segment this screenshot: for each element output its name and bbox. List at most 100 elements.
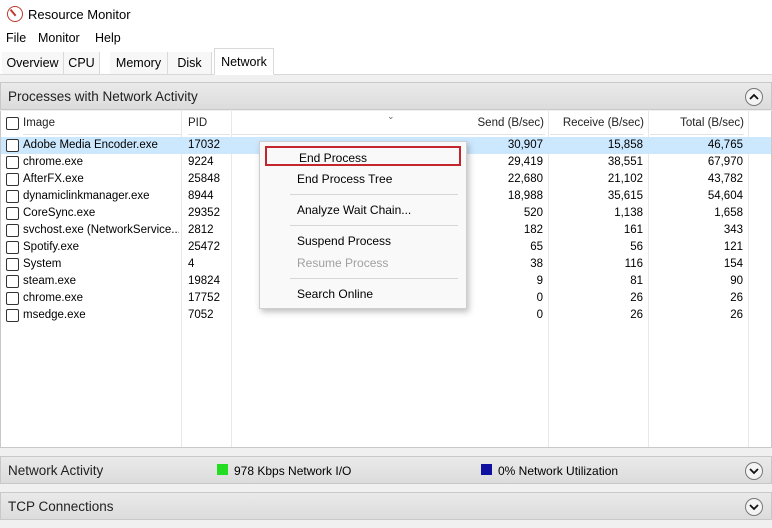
tab-bar: Overview CPU Memory Disk Network [0,48,772,75]
cell-receive: 1,138 [614,207,643,219]
row-checkbox[interactable] [6,190,19,203]
cell-total: 343 [723,224,743,236]
menu-item-end-process-tree[interactable]: End Process Tree [260,169,466,189]
tab-overview[interactable]: Overview [2,52,64,74]
cell-receive: 116 [624,258,643,270]
cell-image: Adobe Media Encoder.exe [23,139,158,151]
row-checkbox[interactable] [6,258,19,271]
cell-send: 182 [523,224,543,236]
column-header-pid[interactable]: PID [188,111,230,135]
cell-pid: 2812 [188,224,214,236]
cell-receive: 161 [623,224,643,236]
cell-total: 46,765 [707,139,743,151]
cell-send: 30,907 [507,139,543,151]
tcp-connections-header[interactable]: TCP Connections [0,492,772,520]
cell-receive: 81 [630,275,643,287]
menu-separator [290,225,458,226]
cell-pid: 8944 [188,190,214,202]
cell-image: CoreSync.exe [23,207,96,219]
cell-receive: 26 [630,309,643,321]
menu-bar: File Monitor Help [0,28,772,48]
chevron-down-icon[interactable] [745,462,763,480]
cell-total: 154 [723,258,743,270]
cell-send: 65 [530,241,543,253]
context-menu: End Process End Process Tree Analyze Wai… [259,141,467,309]
column-header-receive[interactable]: Receive (B/sec) [550,111,644,135]
cell-receive: 35,615 [607,190,643,202]
network-io-text: 978 Kbps Network I/O [234,464,352,478]
cell-send: 520 [523,207,543,219]
cell-send: 22,680 [507,173,543,185]
cell-pid: 9224 [188,156,214,168]
row-checkbox[interactable] [6,173,19,186]
network-utilization-color-square [481,464,492,475]
select-all-checkbox[interactable] [6,117,19,130]
network-utilization-text: 0% Network Utilization [498,464,619,478]
tab-disk[interactable]: Disk [168,52,212,74]
menu-help[interactable]: Help [95,31,121,45]
column-header-send[interactable]: Send (B/sec) [232,111,545,135]
cell-image: chrome.exe [23,292,84,304]
chevron-down-icon[interactable] [745,498,763,516]
menu-item-resume-process: Resume Process [297,256,389,270]
tab-memory[interactable]: Memory [110,52,168,74]
column-header-total[interactable]: Total (B/sec) [650,111,744,135]
menu-separator [290,278,458,279]
cell-send: 18,988 [507,190,543,202]
chevron-up-icon[interactable] [745,88,763,106]
cell-send: 38 [530,258,543,270]
cell-receive: 56 [630,241,643,253]
row-checkbox[interactable] [6,241,19,254]
cell-pid: 19824 [188,275,220,287]
cell-receive: 38,551 [607,156,643,168]
row-checkbox[interactable] [6,309,19,322]
cell-total: 43,782 [707,173,743,185]
cell-send: 9 [536,275,543,287]
cell-total: 26 [730,309,743,321]
cell-pid: 25472 [188,241,220,253]
title-bar: Resource Monitor [0,0,772,28]
cell-image: svchost.exe (NetworkService... [23,224,179,236]
tab-cpu[interactable]: CPU [64,52,100,74]
row-checkbox[interactable] [6,156,19,169]
menu-separator [290,194,458,195]
network-activity-header[interactable]: Network Activity 978 Kbps Network I/O 0%… [0,456,772,484]
row-checkbox[interactable] [6,275,19,288]
cell-image: steam.exe [23,275,77,287]
cell-total: 54,604 [707,190,743,202]
cell-total: 26 [730,292,743,304]
cell-image: Spotify.exe [23,241,80,253]
cell-image: chrome.exe [23,156,84,168]
row-checkbox[interactable] [6,207,19,220]
cell-send: 29,419 [507,156,543,168]
resource-monitor-icon [7,6,23,22]
tab-network[interactable]: Network [214,48,274,75]
cell-pid: 17032 [188,139,220,151]
menu-monitor[interactable]: Monitor [38,31,80,45]
cell-pid: 29352 [188,207,220,219]
network-activity-title: Network Activity [8,463,104,478]
table-row[interactable]: msedge.exe 7052 0 26 26 [1,307,771,324]
cell-image: msedge.exe [23,309,86,321]
window-title: Resource Monitor [28,7,131,22]
menu-item-suspend-process[interactable]: Suspend Process [260,231,466,251]
menu-file[interactable]: File [6,31,26,45]
cell-image: AfterFX.exe [23,173,84,185]
processes-section-header[interactable]: Processes with Network Activity [0,82,772,110]
cell-total: 67,970 [707,156,743,168]
cell-receive: 26 [630,292,643,304]
processes-section-title: Processes with Network Activity [8,89,198,104]
network-io-color-square [217,464,228,475]
cell-pid: 4 [188,258,195,270]
row-checkbox[interactable] [6,292,19,305]
cell-pid: 17752 [188,292,220,304]
row-checkbox[interactable] [6,224,19,237]
menu-item-analyze-wait-chain[interactable]: Analyze Wait Chain... [260,200,466,220]
cell-image: dynamiclinkmanager.exe [23,190,150,202]
menu-item-search-online[interactable]: Search Online [260,284,466,304]
tcp-connections-title: TCP Connections [8,499,114,514]
cell-receive: 15,858 [607,139,643,151]
column-header-image[interactable]: Image [23,111,181,135]
menu-item-end-process[interactable]: End Process [265,146,461,166]
row-checkbox[interactable] [6,139,19,152]
